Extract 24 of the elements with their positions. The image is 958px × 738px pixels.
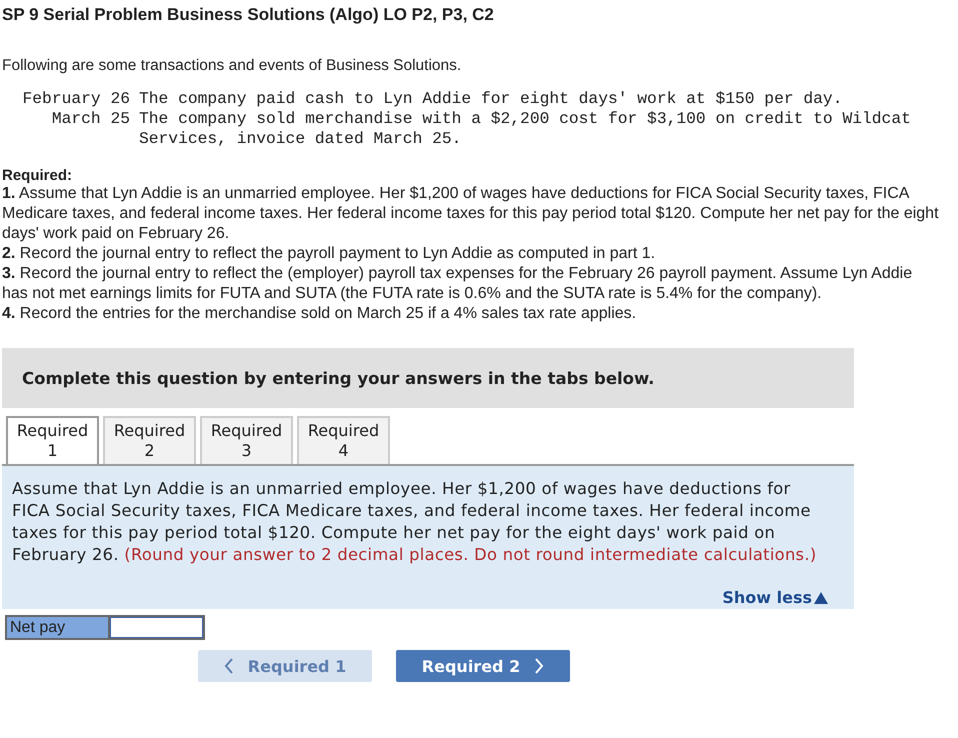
net-pay-label: Net pay [7,617,110,638]
required-heading: Required: [2,167,74,184]
nav-button[interactable]: Required 2 [396,650,570,682]
required-tab[interactable]: Required 3 [200,416,293,464]
required-tab[interactable]: Required 1 [6,416,99,464]
chevron-right-icon [534,658,544,674]
show-less-link[interactable]: Show less [722,588,828,607]
instruction-banner: Complete this question by entering your answers in the tabs below. [2,348,854,408]
requirement-text: 4. Record the entries for the merchandise sold on March 25 if a 4% sales tax rate applies. [2,304,638,324]
up-triangle-icon [814,592,828,604]
requirement-text: 3. Record the journal entry to reflect the (employer) payroll tax expenses for the February 26 payroll payment. Assume Lyn Addie has not met earnings limits for FUTA and SUTA (the FUTA rate is 0.6% and the SUTA rate is 5.4% for the company). [2,264,914,304]
transaction-text: The company paid cash to Lyn Addie for eight days' work at $150 per day. [139,89,844,109]
question-text: Assume that Lyn Addie is an unmarried employee. Her $1,200 of wages have deductions for FICA Social Security taxes, FICA Medicare taxes, and federal income taxes. Her federal income taxes for this pay period total $120. Compute her net pay for the eight days' work paid on February 26. (Round your answer to 2 decimal places. Do not round intermediate calculations.) [12,478,818,566]
chevron-left-icon [224,658,234,674]
transaction-date: March 25 [50,109,130,130]
transaction-text: The company sold merchandise with a $2,200 cost for $3,100 on credit to Wildcat Services, invoice dated March 25. [139,109,912,149]
requirement-text: 1. Assume that Lyn Addie is an unmarried employee. Her $1,200 of wages have deductions for FICA Social Security taxes, FICA Medicare taxes, and federal income taxes. Her federal income taxes for this pay period total $120. Compute her net pay for the eight days' work paid on February 26. [2,184,940,244]
transaction-date: February 26 [22,89,130,109]
requirement-text: 2. Record the journal entry to reflect the payroll payment to Lyn Addie as computed in part 1. [2,244,656,264]
intro-text: Following are some transactions and events of Business Solutions. [2,57,462,75]
required-tab[interactable]: Required 4 [297,416,390,464]
problem-title: SP 9 Serial Problem Business Solutions (Algo) LO P2, P3, C2 [2,4,495,26]
net-pay-input[interactable] [110,617,203,638]
required-tab[interactable]: Required 2 [103,416,196,464]
